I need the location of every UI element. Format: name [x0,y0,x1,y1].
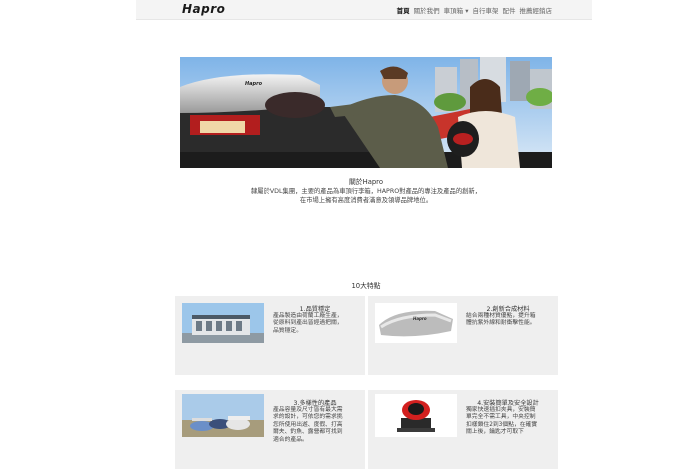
top-header: Hapro 首頁 關於我們 車頂箱 ▾ 自行車架 配件 推薦經銷店 [136,0,592,20]
card-title: 1.品質穩定 [299,306,331,313]
nav-accessories[interactable]: 配件 [503,5,516,15]
card-line: 體抗紫外線和耐衝擊性能。 [466,320,536,327]
card-description: 產品製造由荷蘭工廠生產， 從原料到產出皆經過把關， 品質穩定。 [273,313,359,335]
card-line: 單完全不需工具，中央控制 [466,414,536,421]
hapro-logo[interactable]: Hapro [182,2,225,16]
nav-about[interactable]: 關於我們 [414,5,440,15]
card-line: 關上後，鑰匙才可取下 [466,429,524,436]
card-line: 品質穩定。 [273,327,302,334]
nav-dealers[interactable]: 推薦經銷店 [520,5,553,15]
cars-image [182,394,264,437]
features-title: 10大特點 [351,282,381,290]
feature-card-quality: 1.品質穩定 產品製造由荷蘭工廠生產， 從原料到產出皆經過把關， 品質穩定。 [175,296,365,375]
about-line: 隸屬於VDL集團，主要的產品為車頂行李箱，HAPRO對產品的專注及產品的創新， [250,188,482,195]
about-title: 關於Hapro [349,178,383,186]
hero-image: Hapro [180,57,552,168]
card-title: 4.安裝簡單及安全設計 [477,400,539,407]
card-title: 2.創新合成材料 [486,306,530,313]
card-line: 爾夫、釣魚、露營都可找到 [273,429,343,436]
about-line: 在市場上擁有高度消費者滿意及領導品牌地位。 [299,197,433,204]
clamp-image [375,394,457,437]
nav-bike-rack[interactable]: 自行車架 [473,5,499,15]
hero-photo-illustration: Hapro [180,57,552,168]
card-description: 產品容量及尺寸皆有最大需 求的設計，可依您的需求挑 您所使用出遊、度假、打高 爾… [273,407,359,444]
roof-box-brand-text: Hapro [413,316,427,321]
card-line: 從原料到產出皆經過把關， [273,320,343,327]
feature-card-variety: 3.多樣性的產品 產品容量及尺寸皆有最大需 求的設計，可依您的需求挑 您所使用出… [175,390,365,469]
nav-roof-box[interactable]: 車頂箱 ▾ [444,5,469,15]
roof-box-image: Hapro [375,303,457,343]
card-title: 3.多樣性的產品 [293,400,337,407]
factory-image [182,303,264,343]
about-section: 關於Hapro 隸屬於VDL集團，主要的產品為車頂行李箱，HAPRO對產品的專注… [180,178,552,205]
card-description: 獨家快速插扣夾具，安裝簡 單完全不需工具，中央控制 扣樣鎖住2到3個點，在確實 … [466,407,552,437]
card-line: 適合的產品。 [273,436,308,443]
main-nav: 首頁 關於我們 車頂箱 ▾ 自行車架 配件 推薦經銷店 [397,5,552,15]
nav-home[interactable]: 首頁 [397,5,410,15]
card-line: 求的設計，可依您的需求挑 [273,414,343,421]
box-brand-text: Hapro [245,81,263,87]
card-description: 結合兩種材質優點，提升箱 體抗紫外線和耐衝擊性能。 [466,313,552,328]
feature-card-materials: Hapro 2.創新合成材料 結合兩種材質優點，提升箱 體抗紫外線和耐衝擊性能。 [368,296,558,375]
feature-card-safety: 4.安裝簡單及安全設計 獨家快速插扣夾具，安裝簡 單完全不需工具，中央控制 扣樣… [368,390,558,469]
